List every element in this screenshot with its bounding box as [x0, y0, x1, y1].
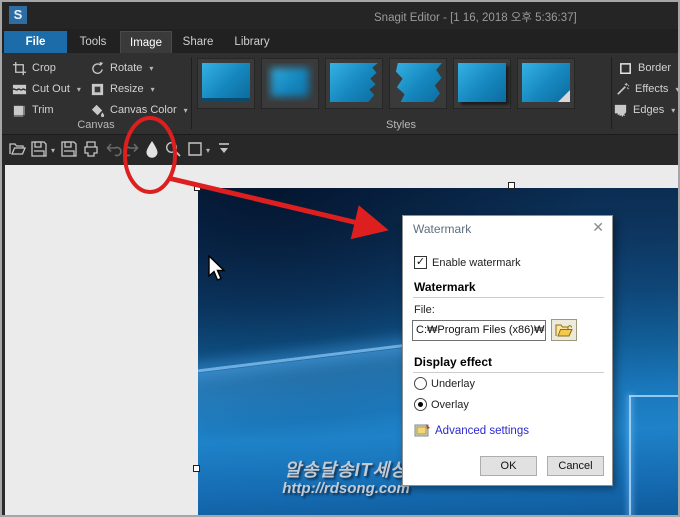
selection-handle-top-left[interactable]: [194, 184, 201, 191]
save-icon[interactable]: [30, 140, 48, 158]
title-bar: S Snagit Editor - [1 16, 2018 오후 5:36:37…: [2, 2, 678, 29]
trim-icon: [13, 105, 25, 117]
dialog-title: Watermark: [413, 222, 472, 236]
rotate-icon: [92, 61, 104, 74]
style-preview: [395, 63, 442, 102]
canvas-color-button[interactable]: Canvas Color ▾: [90, 101, 188, 119]
resize-icon: [91, 83, 104, 95]
overlay-radio[interactable]: [414, 398, 427, 411]
selection-icon[interactable]: [186, 140, 204, 158]
open-file-icon[interactable]: [8, 140, 26, 158]
enable-watermark-label: Enable watermark: [432, 257, 521, 269]
tab-tools[interactable]: Tools: [68, 31, 118, 53]
chevron-down-icon: ▾: [149, 63, 154, 73]
checkmark-icon: ✓: [415, 256, 426, 268]
underlay-radio[interactable]: [414, 377, 427, 390]
open-folder-icon: [555, 324, 573, 336]
watermark-dialog: Watermark ✕ ✓ Enable watermark Watermark…: [402, 215, 613, 486]
canvas-color-icon: [91, 104, 105, 117]
style-preview: [458, 63, 506, 102]
chevron-down-icon: ▾: [183, 105, 188, 115]
window-title: Snagit Editor - [1 16, 2018 오후 5:36:37]: [374, 12, 577, 24]
customize-toolbar-icon[interactable]: [215, 140, 233, 158]
section-divider: [413, 297, 604, 298]
border-button[interactable]: Border▾: [618, 59, 678, 77]
selection-handle-top-center[interactable]: [508, 182, 515, 189]
advanced-settings-link[interactable]: Advanced settings: [435, 425, 529, 437]
style-preview: [522, 63, 570, 102]
save-dropdown-caret[interactable]: ▾: [51, 146, 55, 155]
style-preview: [202, 63, 250, 102]
cut-out-icon: [12, 84, 27, 94]
resize-button[interactable]: Resize ▾: [90, 80, 155, 98]
cancel-button[interactable]: Cancel: [547, 456, 604, 476]
close-icon[interactable]: ✕: [592, 219, 604, 236]
section-divider: [413, 372, 604, 373]
style-preview: [330, 63, 378, 102]
styles-group-label: Styles: [386, 119, 416, 131]
style-thumbnail-drop-shadow[interactable]: [453, 58, 511, 109]
menu-tab-bar: File Tools Image Share Library: [2, 29, 678, 53]
selection-handle-left-middle[interactable]: [193, 465, 200, 472]
file-label: File:: [414, 304, 435, 316]
torn-edge-icon: [614, 104, 627, 117]
style-thumbnail-torn-right[interactable]: [325, 58, 383, 109]
border-icon: [620, 62, 631, 74]
ok-button[interactable]: OK: [480, 456, 537, 476]
rotate-button[interactable]: Rotate ▾: [90, 59, 153, 77]
watermark-section-header: Watermark: [414, 280, 476, 294]
undo-icon[interactable]: [104, 140, 122, 158]
watermark-file-input[interactable]: C:₩Program Files (x86)₩T: [412, 320, 546, 341]
crop-button[interactable]: Crop: [12, 59, 56, 77]
style-preview: [266, 63, 314, 102]
radio-dot: [418, 402, 423, 407]
tab-image[interactable]: Image: [120, 31, 172, 53]
print-icon[interactable]: [82, 140, 100, 158]
ribbon-divider: [611, 57, 612, 129]
trim-button[interactable]: Trim: [12, 101, 54, 119]
quick-access-toolbar: ▾ ▾: [2, 135, 678, 165]
watermark-droplet-icon[interactable]: [143, 140, 161, 158]
browse-button[interactable]: [551, 319, 577, 341]
effects-button[interactable]: Effects ▾: [615, 80, 680, 98]
display-effect-section-header: Display effect: [414, 355, 493, 369]
save-as-icon[interactable]: [60, 140, 78, 158]
selection-dropdown-caret[interactable]: ▾: [206, 146, 210, 155]
overlay-label: Overlay: [431, 399, 469, 411]
edges-button[interactable]: Edges ▾: [613, 101, 675, 119]
snagit-logo-icon: S: [9, 6, 27, 24]
underlay-label: Underlay: [431, 378, 476, 390]
wallpaper-window-edge-vertical: [629, 396, 631, 515]
canvas-group-label: Canvas: [77, 119, 115, 131]
redo-icon[interactable]: [123, 140, 141, 158]
chevron-down-icon: ▾: [150, 84, 155, 94]
crop-icon: [12, 61, 27, 75]
tab-library[interactable]: Library: [224, 31, 280, 53]
style-thumbnail-faded-edges[interactable]: [261, 58, 319, 109]
tab-share[interactable]: Share: [174, 31, 222, 53]
enable-watermark-checkbox[interactable]: ✓: [414, 256, 427, 269]
style-thumbnail-page-curl[interactable]: [517, 58, 575, 109]
chevron-down-icon: ▾: [675, 84, 680, 94]
chevron-down-icon: ▾: [76, 84, 81, 94]
mouse-cursor: [208, 255, 226, 281]
chevron-down-icon: ▾: [671, 105, 676, 115]
magic-wand-icon: [617, 82, 630, 95]
advanced-settings-icon: [414, 424, 430, 437]
tab-file[interactable]: File: [4, 31, 67, 53]
style-thumbnail-torn-both[interactable]: [389, 58, 447, 109]
zoom-icon[interactable]: [164, 140, 182, 158]
cut-out-button[interactable]: Cut Out ▾: [12, 80, 81, 98]
ribbon: Crop Rotate ▾ Cut Out ▾ Resize ▾ Trim Canva…: [2, 53, 678, 135]
editor-canvas[interactable]: 알송달송IT세상 http://rdsong.com Watermark ✕ ✓…: [2, 165, 678, 515]
snagit-editor-window: S Snagit Editor - [1 16, 2018 오후 5:36:37…: [0, 0, 680, 517]
style-thumbnail-bottom-shadow[interactable]: [197, 58, 255, 109]
wallpaper-window-edge-horizontal: [629, 395, 678, 397]
